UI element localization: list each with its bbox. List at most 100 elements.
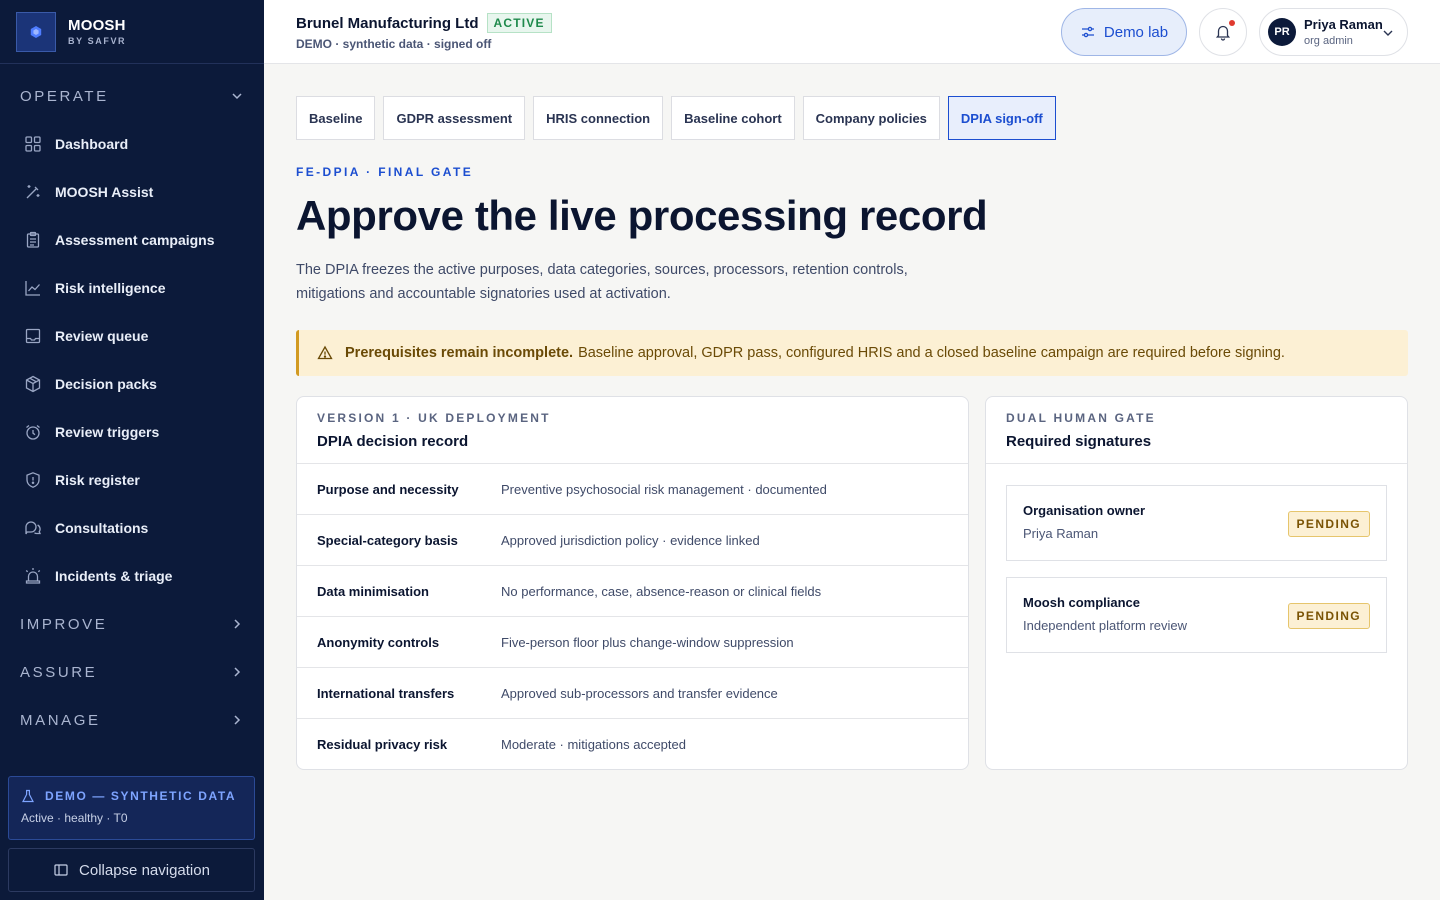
status-badge: PENDING (1287, 603, 1370, 629)
notifications-button[interactable] (1199, 8, 1247, 56)
page-title: Approve the live processing record (296, 192, 988, 239)
sidebar-item-label: Review triggers (55, 424, 160, 440)
magic-wand-icon (26, 185, 40, 199)
flask-icon (22, 789, 34, 803)
chevron-right-icon (234, 619, 241, 629)
chevron-down-icon (1383, 30, 1393, 36)
avatar: PR (1268, 18, 1296, 46)
section-label: ASSURE (20, 663, 98, 681)
sidebar-item-label: Risk intelligence (55, 280, 166, 296)
inbox-icon (25, 328, 41, 344)
record-value: Preventive psychosocial risk management … (501, 481, 827, 497)
record-value: Approved sub-processors and transfer evi… (501, 685, 778, 701)
tab-company-policies[interactable]: Company policies (802, 96, 940, 140)
demo-environment-card[interactable]: DEMO — SYNTHETIC DATA Active · healthy ·… (8, 776, 255, 840)
alert-text: Baseline approval, GDPR pass, configured… (578, 345, 1285, 361)
sidebar-item-label: Review queue (55, 328, 149, 344)
sidebar-item-risk-register[interactable]: Risk register (0, 456, 264, 504)
brand-name: MOOSH (68, 17, 126, 34)
user-role: org admin (1304, 35, 1353, 47)
sidebar-item-assessment-campaigns[interactable]: Assessment campaigns (0, 216, 264, 264)
record-key: International transfers (317, 685, 455, 701)
brand-sub: BY SAFVR (68, 36, 127, 46)
page-eyebrow: FE-DPIA · FINAL GATE (296, 165, 474, 179)
org-name: Brunel Manufacturing Ltd (296, 14, 479, 32)
org-subtitle: DEMO · synthetic data · signed off (296, 37, 492, 51)
nav-section-assure[interactable]: ASSURE (0, 648, 264, 696)
record-key: Anonymity controls (317, 634, 440, 650)
notification-dot (1229, 20, 1235, 26)
record-value: Five-person floor plus change-window sup… (501, 634, 794, 650)
tab-hris-connection[interactable]: HRIS connection (533, 96, 664, 140)
tab-gdpr-assessment[interactable]: GDPR assessment (383, 96, 526, 140)
section-label: IMPROVE (20, 615, 108, 633)
brand[interactable]: MOOSH BY SAFVR (0, 0, 264, 64)
record-value: No performance, case, absence-reason or … (501, 583, 822, 599)
sidebar-item-moosh-assist[interactable]: MOOSH Assist (0, 168, 264, 216)
demo-lab-label: Demo lab (1103, 23, 1169, 41)
sidebar-panel-icon (54, 864, 68, 876)
sidebar-item-label: Risk register (55, 472, 140, 488)
alert-heading: Prerequisites remain incomplete. (345, 345, 574, 361)
top-bar: Brunel Manufacturing Ltd ACTIVE DEMO · s… (264, 0, 1440, 64)
sidebar-item-label: Consultations (55, 520, 149, 536)
warning-triangle-icon (317, 345, 333, 360)
demo-status: Active · healthy · T0 (21, 811, 128, 825)
chat-bubbles-icon (25, 521, 42, 535)
card-title: DPIA decision record (317, 433, 469, 450)
clipboard-icon (26, 231, 40, 248)
sliders-icon (1081, 26, 1094, 38)
alarm-clock-icon (26, 424, 40, 440)
chevron-down-icon (232, 93, 242, 100)
sidebar-item-decision-packs[interactable]: Decision packs (0, 360, 264, 408)
signature-organisation-owner[interactable]: Organisation owner Priya Raman PENDING (1006, 485, 1387, 561)
section-label: MANAGE (20, 711, 101, 729)
user-name: Priya Raman (1304, 17, 1383, 32)
stage-tabs: Baseline GDPR assessment HRIS connection… (296, 96, 1064, 140)
sidebar-item-label: MOOSH Assist (55, 184, 154, 200)
nav-section-manage[interactable]: MANAGE (0, 696, 264, 744)
tab-baseline-cohort[interactable]: Baseline cohort (671, 96, 795, 140)
sidebar-item-incidents-triage[interactable]: Incidents & triage (0, 552, 264, 600)
record-value: Moderate · mitigations accepted (501, 737, 686, 752)
siren-icon (25, 568, 41, 584)
card-eyebrow: VERSION 1 · UK DEPLOYMENT (317, 411, 551, 425)
sidebar-item-risk-intelligence[interactable]: Risk intelligence (0, 264, 264, 312)
moosh-logo-icon (16, 11, 56, 52)
bell-icon (1215, 25, 1231, 41)
status-badge: ACTIVE (486, 13, 552, 33)
sidebar-item-review-triggers[interactable]: Review triggers (0, 408, 264, 456)
nav-section-operate[interactable]: OPERATE (0, 72, 264, 120)
collapse-navigation-button[interactable]: Collapse navigation (8, 848, 255, 892)
package-icon (25, 375, 41, 393)
record-key: Special-category basis (317, 532, 458, 548)
sidebar-item-label: Dashboard (55, 136, 129, 152)
signature-moosh-compliance[interactable]: Moosh compliance Independent platform re… (1006, 577, 1387, 653)
record-key: Data minimisation (317, 583, 429, 599)
table-row: Residual privacy risk Moderate · mitigat… (297, 719, 968, 769)
sidebar-item-consultations[interactable]: Consultations (0, 504, 264, 552)
sidebar-item-label: Assessment campaigns (55, 232, 215, 248)
nav-section-improve[interactable]: IMPROVE (0, 600, 264, 648)
sidebar-item-review-queue[interactable]: Review queue (0, 312, 264, 360)
demo-title: DEMO — SYNTHETIC DATA (45, 789, 237, 803)
tab-baseline[interactable]: Baseline (296, 96, 376, 140)
table-row: International transfers Approved sub-pro… (297, 668, 968, 719)
section-label: OPERATE (20, 87, 109, 105)
page-description: The DPIA freezes the active purposes, da… (296, 262, 908, 302)
table-row: Special-category basis Approved jurisdic… (297, 515, 968, 566)
demo-lab-button[interactable]: Demo lab (1061, 8, 1187, 56)
card-title: Required signatures (1006, 433, 1152, 450)
record-key: Residual privacy risk (317, 737, 448, 752)
status-badge: PENDING (1287, 511, 1370, 537)
sidebar: MOOSH BY SAFVR OPERATE Dashboard MOOSH A… (0, 0, 264, 900)
grid-icon (25, 136, 41, 152)
dpia-decision-record-card: VERSION 1 · UK DEPLOYMENT DPIA decision … (296, 396, 969, 770)
tab-dpia-sign-off[interactable]: DPIA sign-off (947, 96, 1056, 140)
user-menu-button[interactable]: PR Priya Raman org admin (1259, 8, 1408, 56)
trend-chart-icon (25, 281, 40, 296)
collapse-navigation-label: Collapse navigation (79, 861, 210, 879)
required-signatures-card: DUAL HUMAN GATE Required signatures Orga… (985, 396, 1408, 770)
record-key: Purpose and necessity (317, 481, 459, 497)
sidebar-item-dashboard[interactable]: Dashboard (0, 120, 264, 168)
